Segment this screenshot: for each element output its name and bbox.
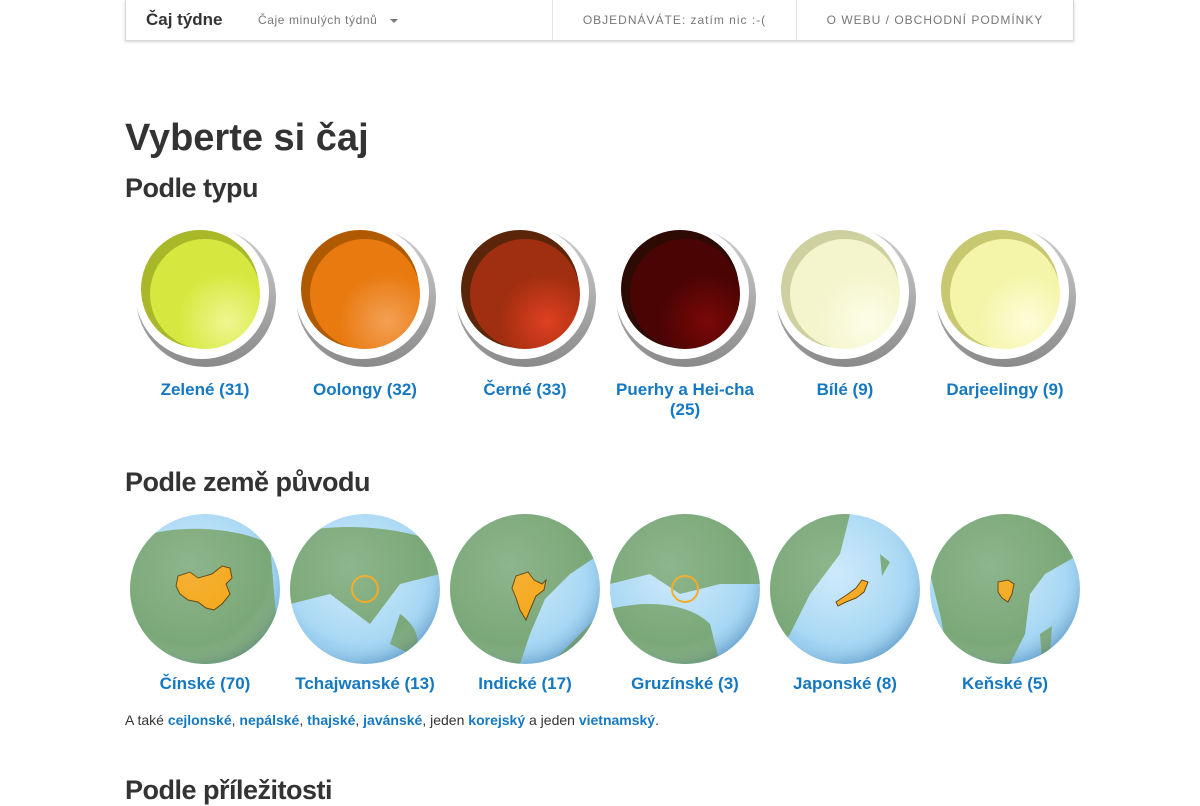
tea-cup-icon xyxy=(935,226,1076,367)
link-nepal[interactable]: nepálské xyxy=(239,712,299,728)
tea-cup-icon xyxy=(135,226,276,367)
tea-cup-icon xyxy=(455,226,596,367)
taiwan-globe-icon xyxy=(290,514,440,664)
tea-type-list: Zelené (31) Oolongy (32) Černé (33) Puerhy … xyxy=(125,226,1085,420)
by-country-heading: Podle země původu xyxy=(125,467,371,497)
separator: , xyxy=(355,712,364,728)
country-label: Tchajwanské (13) xyxy=(295,674,435,693)
tea-type-label: Černé (33) xyxy=(483,380,567,399)
by-occasion-heading: Podle příležitosti xyxy=(125,775,333,805)
tea-type-item[interactable]: Puerhy a Hei-cha (25) xyxy=(605,226,765,420)
order-status-link[interactable]: OBJEDNÁVÁTE: zatím nic :-( xyxy=(552,0,796,40)
india-globe-icon xyxy=(450,514,600,664)
country-label: Keňské (5) xyxy=(962,674,1048,693)
separator: , xyxy=(299,712,308,728)
georgia-globe-icon xyxy=(610,514,760,664)
country-list: Čínské (70) Tchajwanské (13) Indické (17) G… xyxy=(125,514,1085,694)
tea-type-item[interactable]: Oolongy (32) xyxy=(285,226,445,420)
tea-type-item[interactable]: Darjeelingy (9) xyxy=(925,226,1085,420)
japan-globe-icon xyxy=(770,514,920,664)
tea-type-label: Darjeelingy (9) xyxy=(946,380,1064,399)
country-label: Japonské (8) xyxy=(793,674,897,693)
separator: , jeden xyxy=(422,712,469,728)
other-countries-text: A také cejlonské, nepálské, thajské, jav… xyxy=(125,712,659,728)
by-type-heading: Podle typu xyxy=(125,173,259,203)
china-globe-icon xyxy=(130,514,280,664)
brand-link[interactable]: Čaj týdne xyxy=(126,10,258,30)
also-suffix: . xyxy=(655,712,659,728)
country-item[interactable]: Tchajwanské (13) xyxy=(285,514,445,694)
country-item[interactable]: Gruzínské (3) xyxy=(605,514,765,694)
link-ceylon[interactable]: cejlonské xyxy=(168,712,232,728)
tea-type-item[interactable]: Bílé (9) xyxy=(765,226,925,420)
tea-type-label: Oolongy (32) xyxy=(313,380,417,399)
tea-cup-icon xyxy=(295,226,436,367)
country-item[interactable]: Japonské (8) xyxy=(765,514,925,694)
top-navbar: Čaj týdne Čaje minulých týdnů OBJEDNÁVÁT… xyxy=(125,0,1074,41)
country-label: Gruzínské (3) xyxy=(631,674,739,693)
link-vietnam[interactable]: vietnamský xyxy=(579,712,655,728)
country-item[interactable]: Keňské (5) xyxy=(925,514,1085,694)
past-weeks-label: Čaje minulých týdnů xyxy=(258,13,378,27)
country-item[interactable]: Čínské (70) xyxy=(125,514,285,694)
link-korea[interactable]: korejský xyxy=(468,712,525,728)
caret-down-icon xyxy=(390,18,399,23)
past-weeks-dropdown[interactable]: Čaje minulých týdnů xyxy=(258,13,552,27)
country-label: Indické (17) xyxy=(478,674,572,693)
tea-cup-icon xyxy=(775,226,916,367)
separator: a jeden xyxy=(525,712,579,728)
tea-type-label: Zelené (31) xyxy=(160,380,250,399)
tea-cup-icon xyxy=(615,226,756,367)
also-prefix: A také xyxy=(125,712,168,728)
link-java[interactable]: javánské xyxy=(363,712,422,728)
tea-type-label: Bílé (9) xyxy=(816,380,874,399)
tea-type-item[interactable]: Zelené (31) xyxy=(125,226,285,420)
about-terms-link[interactable]: O WEBU / OBCHODNÍ PODMÍNKY xyxy=(796,0,1073,40)
tea-type-label: Puerhy a Hei-cha (25) xyxy=(616,380,754,419)
kenya-globe-icon xyxy=(930,514,1080,664)
page-title: Vyberte si čaj xyxy=(125,117,369,159)
country-item[interactable]: Indické (17) xyxy=(445,514,605,694)
country-label: Čínské (70) xyxy=(159,674,251,693)
tea-type-item[interactable]: Černé (33) xyxy=(445,226,605,420)
link-thailand[interactable]: thajské xyxy=(307,712,355,728)
